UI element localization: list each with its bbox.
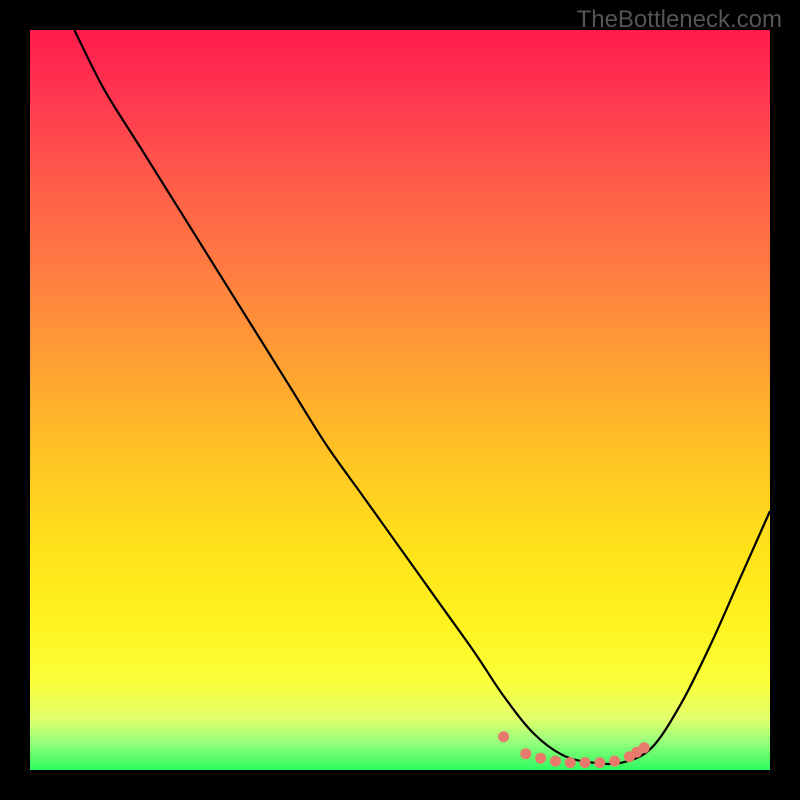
highlight-point [639, 742, 650, 753]
highlight-point [498, 731, 509, 742]
highlight-point [520, 748, 531, 759]
highlight-points [498, 731, 650, 768]
bottleneck-curve [74, 30, 770, 764]
highlight-point [535, 753, 546, 764]
chart-svg [30, 30, 770, 770]
highlight-point [565, 757, 576, 768]
highlight-point [580, 757, 591, 768]
highlight-point [594, 757, 605, 768]
highlight-point [609, 756, 620, 767]
plot-area [30, 30, 770, 770]
highlight-point [550, 756, 561, 767]
watermark-text: TheBottleneck.com [577, 6, 782, 34]
